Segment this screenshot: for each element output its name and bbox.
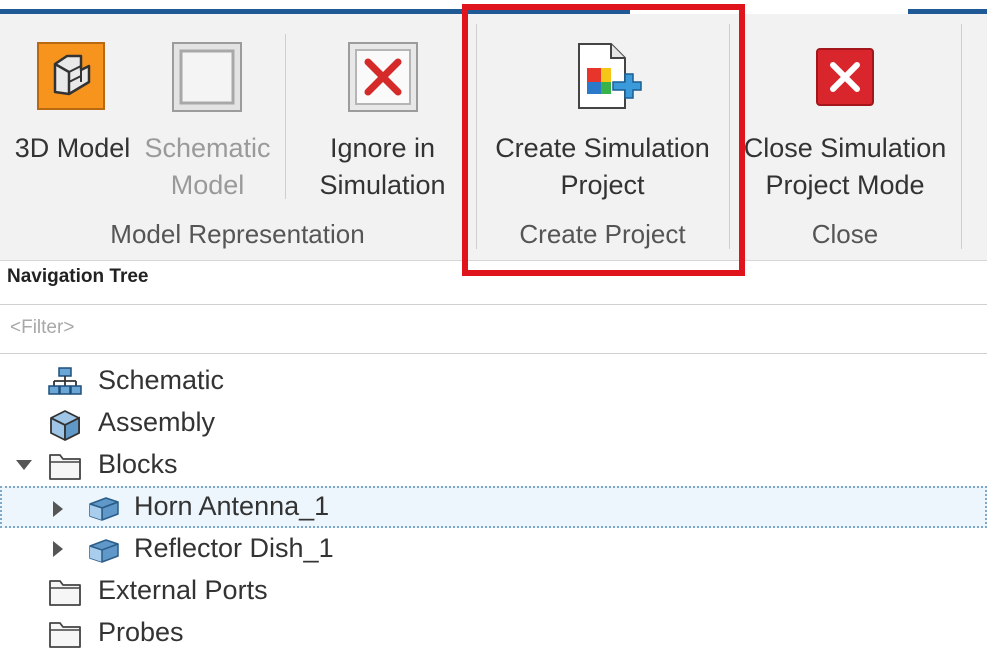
close-x-icon — [816, 48, 874, 106]
group-label-close: Close — [811, 219, 879, 249]
tree-item-label: Reflector Dish_1 — [134, 533, 334, 563]
group-label-model-representation: Model Representation — [110, 219, 365, 249]
tree-item-reflector-dish[interactable]: Reflector Dish_1 — [0, 528, 987, 570]
tree-item-label: External Ports — [98, 575, 268, 605]
tree-item-label: Blocks — [98, 449, 178, 479]
navigation-tree-title: Navigation Tree — [7, 266, 149, 287]
filter-input[interactable] — [8, 316, 972, 340]
tree-item-external-ports[interactable]: External Ports — [0, 570, 987, 612]
expand-caret-icon[interactable] — [52, 540, 64, 563]
tree-item-label: Assembly — [98, 407, 216, 437]
schematic-model-label-line2: Model — [170, 170, 245, 200]
block-icon — [86, 536, 120, 569]
schematic-model-label-line1: Schematic — [144, 133, 271, 163]
tree-item-schematic[interactable]: Schematic — [0, 360, 987, 402]
highlight-box — [462, 4, 745, 276]
separator — [961, 24, 962, 249]
tree-item-assembly[interactable]: Assembly — [0, 402, 987, 444]
3d-model-icon — [37, 42, 105, 110]
assembly-icon — [48, 409, 82, 446]
tree-item-probes[interactable]: Probes — [0, 612, 987, 654]
schematic-model-button[interactable]: Schematic Model — [140, 14, 275, 214]
block-icon — [86, 494, 120, 527]
ignore-label-line2: Simulation — [319, 170, 446, 200]
schematic-model-icon — [172, 42, 242, 112]
close-label-line1: Close Simulation — [743, 133, 947, 163]
tree-item-label: Schematic — [98, 365, 225, 395]
filter-box — [0, 304, 987, 354]
navigation-tree: Schematic Assembly Blocks Horn Antenna_1… — [0, 358, 987, 653]
close-label-line2: Project Mode — [765, 170, 925, 200]
ignore-in-simulation-button[interactable]: Ignore in Simulation — [310, 14, 455, 214]
tree-item-label: Probes — [98, 617, 184, 647]
ignore-x-icon — [348, 42, 418, 112]
folder-icon — [48, 577, 82, 612]
folder-icon — [48, 451, 82, 486]
close-simulation-project-mode-button[interactable]: Close Simulation Project Mode — [740, 14, 950, 214]
ignore-label-line1: Ignore in — [329, 133, 436, 163]
tree-item-blocks[interactable]: Blocks — [0, 444, 987, 486]
tree-item-horn-antenna[interactable]: Horn Antenna_1 — [0, 486, 987, 528]
tree-item-label: Horn Antenna_1 — [134, 491, 330, 521]
schematic-icon — [48, 367, 82, 404]
folder-icon — [48, 619, 82, 654]
3d-model-label: 3D Model — [14, 133, 131, 163]
3d-model-button[interactable]: 3D Model — [5, 14, 140, 214]
separator — [285, 34, 286, 199]
collapse-caret-icon[interactable] — [15, 458, 33, 476]
expand-caret-icon[interactable] — [52, 500, 64, 523]
